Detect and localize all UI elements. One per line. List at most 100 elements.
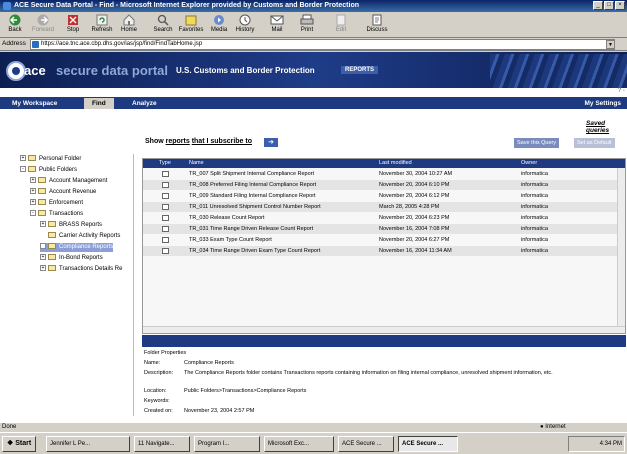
taskbar-button[interactable]: Microsoft Exc... xyxy=(264,436,334,452)
expand-icon[interactable]: + xyxy=(30,177,36,184)
mail-button[interactable]: Mail xyxy=(264,14,290,36)
tree-node[interactable]: + Enforcement xyxy=(30,199,83,208)
table-row[interactable]: TR_007 Split Shipment Internal Complianc… xyxy=(143,169,619,179)
tree-node[interactable]: - Public Folders xyxy=(20,166,77,175)
tree-node-label: Compliance Reports xyxy=(59,244,114,250)
report-name[interactable]: TR_007 Split Shipment Internal Complianc… xyxy=(189,169,314,179)
tree-node[interactable]: + Compliance Reports xyxy=(40,243,114,252)
table-row[interactable]: TR_009 Standard Filing Internal Complian… xyxy=(143,191,619,201)
minimize-button[interactable]: _ xyxy=(593,1,603,10)
column-name[interactable]: Name xyxy=(189,159,204,168)
report-owner: informatica xyxy=(521,171,548,177)
expand-icon[interactable]: + xyxy=(40,254,46,261)
table-row[interactable]: TR_034 Time Range Driven Exam Type Count… xyxy=(143,246,619,256)
taskbar-button[interactable]: ACE Secure ... xyxy=(338,436,394,452)
print-button[interactable]: Print xyxy=(294,14,320,36)
start-button[interactable]: ❖ Start xyxy=(2,436,37,452)
subscription-filter-link[interactable]: that I subscribe to xyxy=(192,138,252,145)
media-icon xyxy=(214,15,224,25)
report-type-icon xyxy=(162,182,169,188)
expand-icon[interactable]: + xyxy=(40,221,46,228)
go-arrow-icon[interactable]: ➜ xyxy=(264,138,278,147)
refresh-button[interactable]: Refresh xyxy=(89,14,115,36)
property-description-value: The Compliance Reports folder contains T… xyxy=(184,370,553,376)
back-arrow-icon xyxy=(9,14,21,26)
expand-icon[interactable]: + xyxy=(40,265,46,272)
taskbar-button[interactable]: Program I... xyxy=(194,436,260,452)
taskbar-button[interactable]: ACE Secure ... xyxy=(398,436,458,452)
edit-button[interactable]: Edit xyxy=(328,14,354,36)
report-name[interactable]: TR_009 Standard Filing Internal Complian… xyxy=(189,191,316,201)
tree-node[interactable]: + BRASS Reports xyxy=(40,221,102,230)
property-created-value: November 23, 2004 2:57 PM xyxy=(184,408,255,414)
brand-ace: ace xyxy=(24,63,46,78)
report-modified: March 28, 2005 4:28 PM xyxy=(379,204,440,210)
table-horizontal-scrollbar[interactable] xyxy=(143,326,625,333)
collapse-icon[interactable]: - xyxy=(30,210,36,217)
column-last-modified[interactable]: Last modified xyxy=(379,159,412,168)
history-icon xyxy=(239,14,251,26)
close-button[interactable]: × xyxy=(615,1,625,10)
folder-icon xyxy=(48,254,56,261)
help-icon[interactable]: ? ◦ xyxy=(618,88,625,94)
address-label: Address xyxy=(2,40,26,47)
property-location-value: Public Folders>Transactions>Compliance R… xyxy=(184,388,307,394)
tab-my-workspace[interactable]: My Workspace xyxy=(4,98,65,109)
taskbar-button[interactable]: Jennifer L Pe... xyxy=(46,436,130,452)
report-name[interactable]: TR_031 Time Range Driven Release Count R… xyxy=(189,224,313,234)
tree-node[interactable]: + Account Management xyxy=(30,177,107,186)
saved-queries-link[interactable]: Saved queries xyxy=(586,120,627,134)
table-row[interactable]: TR_030 Release Count Report November 20, … xyxy=(143,213,619,223)
taskbar-button[interactable]: 11 Navigate... xyxy=(134,436,190,452)
save-query-button[interactable]: Save this Query xyxy=(514,138,560,148)
mail-icon xyxy=(270,15,284,25)
address-dropdown-icon[interactable]: ▼ xyxy=(606,40,615,49)
search-button[interactable]: Search xyxy=(150,14,176,36)
folder-icon xyxy=(48,265,56,272)
forward-button[interactable]: Forward xyxy=(30,14,56,36)
tree-node[interactable]: Carrier Activity Reports xyxy=(40,232,120,241)
reports-table: Type Name Last modified Owner TR_007 Spl… xyxy=(142,158,626,334)
stop-button[interactable]: Stop xyxy=(60,14,86,36)
table-row[interactable]: TR_033 Exam Type Count Report November 20… xyxy=(143,235,619,245)
column-type[interactable]: Type xyxy=(159,159,171,168)
tree-node[interactable]: + Personal Folder xyxy=(20,155,81,164)
report-name[interactable]: TR_011 Unresolved Shipment Control Numbe… xyxy=(189,202,321,212)
reports-filter-link[interactable]: reports xyxy=(166,138,190,145)
tab-analyze[interactable]: Analyze xyxy=(124,98,165,109)
tree-node[interactable]: + Account Revenue xyxy=(30,188,96,197)
maximize-button[interactable]: □ xyxy=(604,1,614,10)
folder-icon xyxy=(38,188,46,195)
tree-node[interactable]: - Transactions xyxy=(30,210,83,219)
report-modified: November 16, 2004 7:08 PM xyxy=(379,226,450,232)
history-button[interactable]: History xyxy=(232,14,258,36)
table-vertical-scrollbar[interactable] xyxy=(617,168,625,333)
expand-icon[interactable]: + xyxy=(40,243,46,250)
expand-icon[interactable]: + xyxy=(30,199,36,206)
report-name[interactable]: TR_030 Release Count Report xyxy=(189,213,265,223)
main-tabs: My Workspace Find Analyze My Settings xyxy=(0,97,627,109)
system-tray: 4:34 PM xyxy=(568,436,625,452)
table-row[interactable]: TR_031 Time Range Driven Release Count R… xyxy=(143,224,619,234)
tab-find[interactable]: Find xyxy=(84,98,114,109)
media-button[interactable]: Media xyxy=(206,14,232,36)
table-row[interactable]: TR_008 Preferred Filing Internal Complia… xyxy=(143,180,619,190)
report-name[interactable]: TR_008 Preferred Filing Internal Complia… xyxy=(189,180,316,190)
back-button[interactable]: Back xyxy=(2,14,28,36)
page-icon xyxy=(32,41,39,48)
table-row[interactable]: TR_011 Unresolved Shipment Control Numbe… xyxy=(143,202,619,212)
expand-icon[interactable]: + xyxy=(20,155,26,162)
discuss-button[interactable]: Discuss xyxy=(364,14,390,36)
tree-node[interactable]: + In-Bond Reports xyxy=(40,254,103,263)
favorites-button[interactable]: Favorites xyxy=(178,14,204,36)
tree-node[interactable]: + Transactions Details Re xyxy=(40,265,122,274)
expand-icon[interactable]: + xyxy=(30,188,36,195)
report-name[interactable]: TR_033 Exam Type Count Report xyxy=(189,235,272,245)
my-settings-link[interactable]: My Settings xyxy=(585,98,621,109)
collapse-icon[interactable]: - xyxy=(20,166,26,173)
home-button[interactable]: Home xyxy=(116,14,142,36)
column-owner[interactable]: Owner xyxy=(521,159,537,168)
set-default-button[interactable]: Set as Default xyxy=(574,138,615,148)
report-name[interactable]: TR_034 Time Range Driven Exam Type Count… xyxy=(189,246,320,256)
address-input[interactable]: https://ace.tnc.ace.cbp.dhs.gov/ias/jsp/… xyxy=(30,39,615,50)
